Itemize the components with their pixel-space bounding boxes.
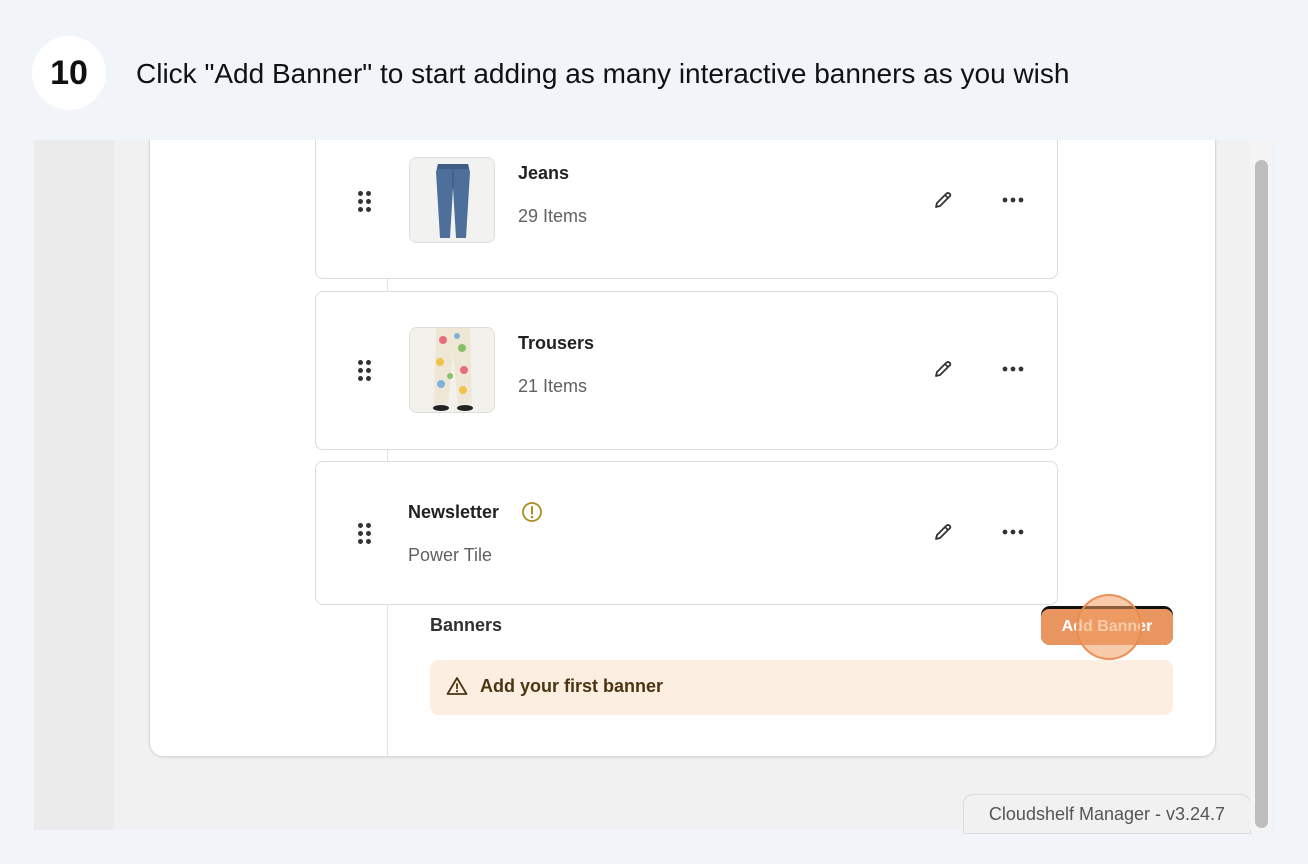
- item-subtitle: 29 Items: [518, 206, 588, 226]
- list-item-jeans: Jeans 29 Items: [315, 140, 1058, 279]
- warning-message: Add your first banner: [480, 676, 664, 696]
- trousers-thumbnail: [409, 327, 495, 413]
- item-title: Newsletter: [408, 502, 500, 522]
- drag-handle-icon[interactable]: [358, 360, 372, 382]
- edit-pencil-icon[interactable]: [929, 518, 957, 546]
- scrollbar-thumb[interactable]: [1255, 160, 1268, 828]
- item-subtitle: 21 Items: [518, 376, 588, 396]
- step-header: 10 Click "Add Banner" to start adding as…: [0, 0, 1308, 140]
- item-subtitle: Power Tile: [408, 545, 493, 565]
- list-item-trousers: Trousers 21 Items: [315, 291, 1058, 450]
- drag-handle-icon[interactable]: [358, 523, 372, 545]
- step-number-badge: 10: [32, 36, 106, 110]
- trousers-image: [410, 328, 494, 412]
- banners-section-label: Banners: [430, 615, 503, 635]
- app-screenshot: Jeans 29 Items Trousers 21 Items Newslet…: [34, 140, 1274, 830]
- item-title: Jeans: [518, 163, 570, 183]
- edit-pencil-icon[interactable]: [929, 186, 957, 214]
- item-title: Trousers: [518, 333, 595, 353]
- step-instruction: Click "Add Banner" to start adding as ma…: [136, 58, 1070, 89]
- add-banner-button[interactable]: Add Banner: [1041, 606, 1173, 645]
- more-options-icon[interactable]: [999, 186, 1027, 214]
- jeans-image: [410, 158, 494, 242]
- info-circle-icon: [518, 498, 546, 526]
- left-sidebar-strip: [34, 140, 114, 830]
- list-item-newsletter: Newsletter Power Tile: [315, 461, 1058, 605]
- add-banner-label: Add Banner: [1041, 609, 1173, 645]
- edit-pencil-icon[interactable]: [929, 355, 957, 383]
- version-label: Cloudshelf Manager - v3.24.7: [963, 794, 1251, 834]
- jeans-thumbnail: [409, 157, 495, 243]
- drag-handle-icon[interactable]: [358, 191, 372, 213]
- more-options-icon[interactable]: [999, 355, 1027, 383]
- warning-triangle-icon: [446, 676, 468, 701]
- empty-banners-warning: Add your first banner: [430, 660, 1173, 715]
- more-options-icon[interactable]: [999, 518, 1027, 546]
